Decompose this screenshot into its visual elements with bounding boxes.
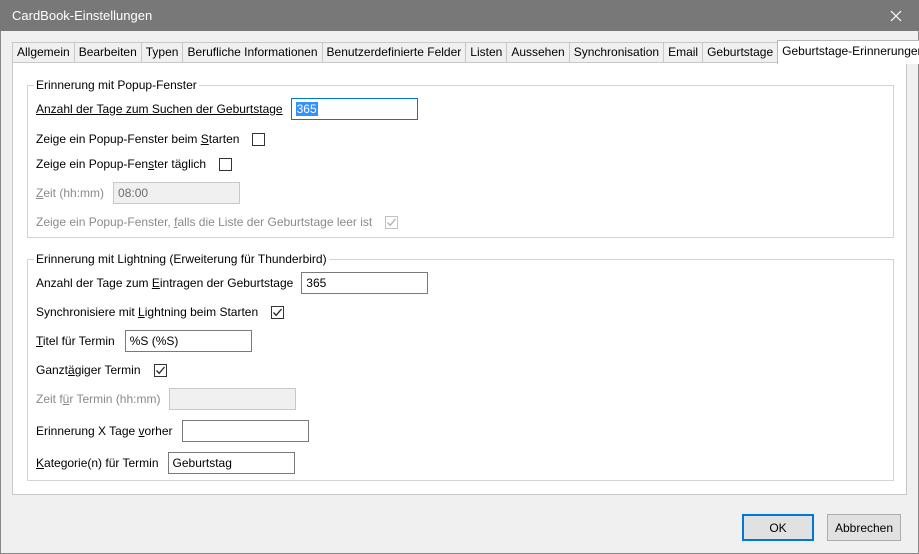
categories-label: Kategorie(n) für Termin	[36, 456, 159, 470]
tab-allgemein[interactable]: Allgemein	[12, 42, 75, 63]
tab-listen[interactable]: Listen	[465, 42, 508, 63]
show-daily-row: Zeige ein Popup-Fenster täglich	[36, 153, 233, 175]
checkmark-icon	[155, 366, 165, 374]
title-bar: CardBook-Einstellungen	[0, 0, 919, 31]
event-title-label: Titel für Termin	[36, 334, 115, 348]
days-search-row: Anzahl der Tage zum Suchen der Geburtsta…	[36, 98, 418, 120]
tab-bearbeiten[interactable]: Bearbeiten	[73, 42, 142, 63]
sync-on-start-label: Synchronisiere mit Lightning beim Starte…	[36, 305, 259, 319]
show-daily-label: Zeige ein Popup-Fenster täglich	[36, 157, 207, 171]
all-day-row: Ganztägiger Termin	[36, 359, 167, 381]
days-search-label: Anzahl der Tage zum Suchen der Geburtsta…	[36, 102, 283, 116]
days-add-label: Anzahl der Tage zum Eintragen der Geburt…	[36, 276, 294, 290]
popup-time-label: Zeit (hh:mm)	[36, 186, 105, 200]
window-title: CardBook-Einstellungen	[12, 8, 153, 23]
all-day-label: Ganztägiger Termin	[36, 363, 141, 377]
show-daily-checkbox[interactable]	[219, 157, 233, 171]
reminder-days-row: Erinnerung X Tage vorher	[36, 420, 309, 442]
tab-email[interactable]: Email	[663, 42, 704, 63]
popup-group-legend: Erinnerung mit Popup-Fenster	[34, 78, 199, 92]
show-if-empty-label: Zeige ein Popup-Fenster, falls die Liste…	[36, 215, 373, 229]
tab-typen[interactable]: Typen	[140, 42, 184, 63]
show-if-empty-checkbox[interactable]	[385, 215, 399, 229]
ok-button[interactable]: OK	[742, 514, 814, 541]
days-search-input[interactable]: 365	[290, 98, 418, 120]
categories-row: Kategorie(n) für Termin Geburtstag	[36, 452, 295, 474]
tab-geburtstage[interactable]: Geburtstage	[702, 42, 779, 63]
tab-benutzerdefinierte-felder[interactable]: Benutzerdefinierte Felder	[321, 42, 467, 63]
days-add-row: Anzahl der Tage zum Eintragen der Geburt…	[36, 272, 429, 294]
show-if-empty-row: Zeige ein Popup-Fenster, falls die Liste…	[36, 211, 399, 233]
sync-on-start-row: Synchronisiere mit Lightning beim Starte…	[36, 301, 285, 323]
event-title-row: Titel für Termin %S (%S)	[36, 330, 252, 352]
all-day-checkbox[interactable]	[153, 363, 167, 377]
popup-time-input[interactable]: 08:00	[113, 182, 241, 204]
show-on-start-checkbox[interactable]	[252, 132, 266, 146]
tab-panel: Erinnerung mit Popup-Fenster Anzahl der …	[12, 62, 907, 495]
tab-geburtstage-erinnerungen[interactable]: Geburtstage-Erinnerungen	[777, 40, 919, 64]
reminder-days-input[interactable]	[181, 420, 309, 442]
event-time-label: Zeit für Termin (hh:mm)	[36, 392, 161, 406]
checkmark-icon	[273, 308, 283, 316]
event-title-input[interactable]: %S (%S)	[124, 330, 252, 352]
lightning-group-legend: Erinnerung mit Lightning (Erweiterung fü…	[34, 252, 329, 266]
tab-bar: Allgemein Bearbeiten Typen Berufliche In…	[12, 40, 919, 64]
close-button[interactable]	[873, 0, 919, 31]
close-icon	[890, 10, 902, 21]
cancel-button[interactable]: Abbrechen	[827, 514, 901, 541]
checkmark-icon	[387, 218, 397, 226]
categories-input[interactable]: Geburtstag	[167, 452, 295, 474]
show-on-start-label: Zeige ein Popup-Fenster beim Starten	[36, 132, 240, 146]
tab-aussehen[interactable]: Aussehen	[506, 42, 570, 63]
reminder-days-label: Erinnerung X Tage vorher	[36, 424, 173, 438]
tab-synchronisation[interactable]: Synchronisation	[568, 42, 665, 63]
popup-time-row: Zeit (hh:mm) 08:00	[36, 182, 241, 204]
show-on-start-row: Zeige ein Popup-Fenster beim Starten	[36, 128, 266, 150]
tab-berufliche-informationen[interactable]: Berufliche Informationen	[182, 42, 323, 63]
days-add-input[interactable]: 365	[301, 272, 429, 294]
event-time-row: Zeit für Termin (hh:mm)	[36, 388, 297, 410]
sync-on-start-checkbox[interactable]	[271, 305, 285, 319]
event-time-input[interactable]	[169, 388, 297, 410]
